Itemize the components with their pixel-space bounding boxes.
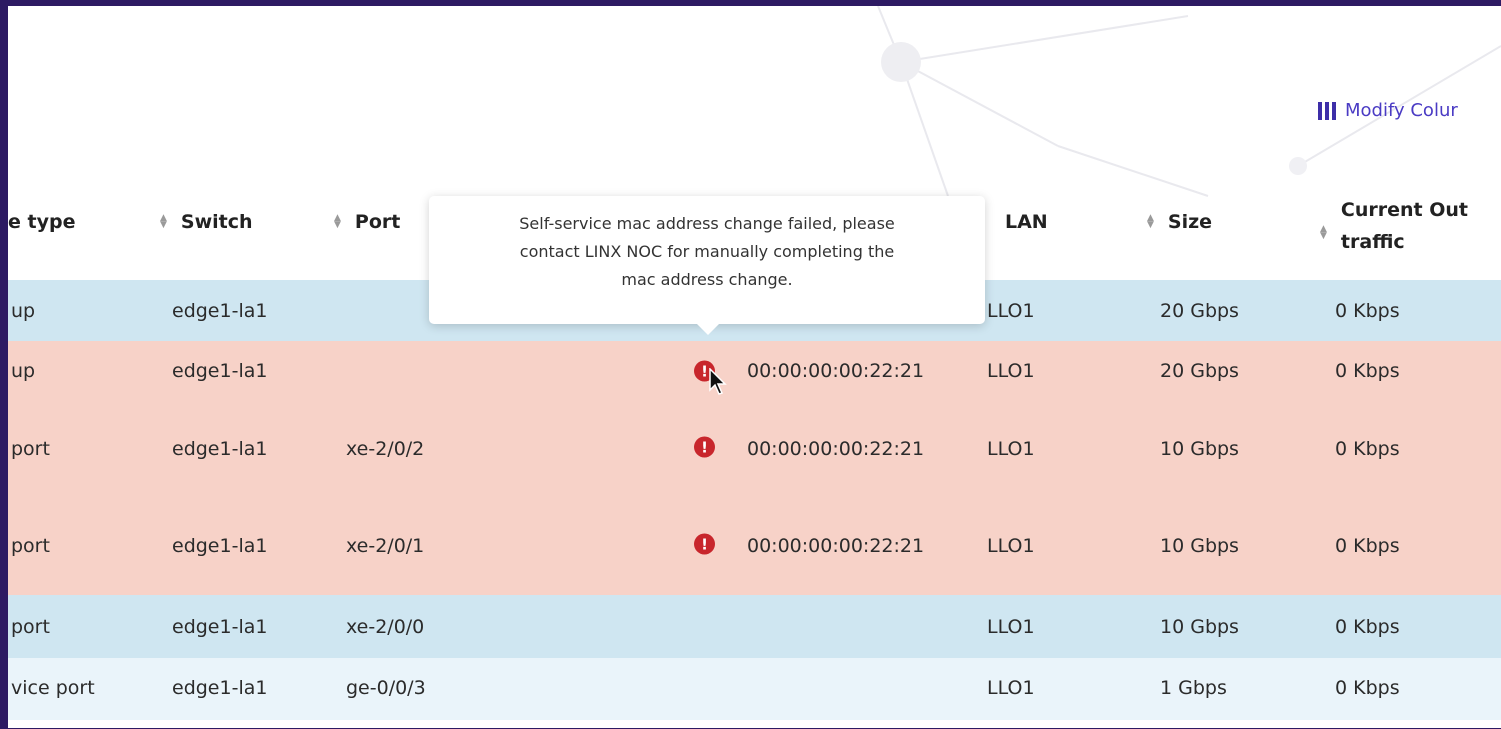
column-header-port-label: Port xyxy=(354,211,401,233)
cell-size: 20 Gbps xyxy=(1160,360,1239,382)
column-header-size[interactable]: ▲ ▼ Size xyxy=(1147,211,1212,233)
cell-port: xe-2/0/2 xyxy=(346,438,425,460)
table-row[interactable]: up edge1-la1 ! 00:00:00:00:22:21 LLO1 20… xyxy=(8,341,1501,401)
cell-traffic: 0 Kbps xyxy=(1335,360,1400,382)
tooltip-line: mac address change. xyxy=(621,270,793,289)
column-header-switch-label: Switch xyxy=(180,211,253,233)
column-header-traffic-line2: traffic xyxy=(1340,231,1405,253)
tooltip-line: contact LINX NOC for manually completing… xyxy=(519,242,895,261)
cell-lan: LLO1 xyxy=(987,300,1035,322)
cell-type: port xyxy=(11,438,50,460)
cell-size: 20 Gbps xyxy=(1160,300,1239,322)
tooltip-line: Self-service mac address change failed, … xyxy=(519,214,895,233)
cell-type: vice port xyxy=(11,677,95,699)
cell-port: xe-2/0/0 xyxy=(346,616,425,638)
cell-port: ge-0/0/3 xyxy=(346,677,426,699)
cell-switch: edge1-la1 xyxy=(172,535,268,557)
cell-traffic: 0 Kbps xyxy=(1335,535,1400,557)
cell-traffic: 0 Kbps xyxy=(1335,300,1400,322)
cell-size: 1 Gbps xyxy=(1160,677,1227,699)
sort-icon[interactable]: ▲ ▼ xyxy=(1147,214,1154,230)
cell-size: 10 Gbps xyxy=(1160,616,1239,638)
cell-type: up xyxy=(11,300,36,322)
column-header-size-label: Size xyxy=(1167,211,1213,233)
column-header-port[interactable]: ▲ ▼ Port xyxy=(334,211,400,233)
cell-lan: LLO1 xyxy=(987,438,1035,460)
modify-columns-label: Modify Colur xyxy=(1345,100,1458,121)
column-header-type-label: e type xyxy=(8,211,76,233)
tooltip-arrow xyxy=(696,323,720,335)
sort-icon[interactable]: ▲ ▼ xyxy=(334,214,341,230)
cell-switch: edge1-la1 xyxy=(172,300,268,322)
cell-lan: LLO1 xyxy=(987,360,1035,382)
table-row[interactable]: vice port edge1-la1 ge-0/0/3 LLO1 1 Gbps… xyxy=(8,658,1501,720)
cell-lan: LLO1 xyxy=(987,535,1035,557)
table-row[interactable]: port edge1-la1 xe-2/0/2 ! 00:00:00:00:22… xyxy=(8,401,1501,499)
sort-icon[interactable]: ▲ ▼ xyxy=(160,214,167,230)
cell-mac: 00:00:00:00:22:21 xyxy=(747,438,925,460)
modify-columns-button[interactable]: Modify Colur xyxy=(1318,100,1458,121)
cell-type: port xyxy=(11,616,50,638)
column-header-lan-label: LAN xyxy=(1005,211,1048,233)
cell-switch: edge1-la1 xyxy=(172,677,268,699)
table-row[interactable]: port edge1-la1 xe-2/0/0 LLO1 10 Gbps 0 K… xyxy=(8,595,1501,658)
cell-port: xe-2/0/1 xyxy=(346,535,425,557)
column-header-traffic-line1: Current Out xyxy=(1340,199,1469,221)
cell-switch: edge1-la1 xyxy=(172,360,268,382)
column-header-type[interactable]: e type xyxy=(8,211,75,233)
cell-lan: LLO1 xyxy=(987,616,1035,638)
column-header-lan[interactable]: LAN xyxy=(1005,211,1048,233)
cell-traffic: 0 Kbps xyxy=(1335,677,1400,699)
column-header-switch[interactable]: ▲ ▼ Switch xyxy=(160,211,253,233)
exclamation-circle-icon[interactable]: ! xyxy=(694,436,715,458)
cell-type: up xyxy=(11,360,36,382)
exclamation-circle-icon[interactable]: ! xyxy=(694,533,715,555)
cell-size: 10 Gbps xyxy=(1160,438,1239,460)
sort-icon[interactable]: ▲ ▼ xyxy=(1320,225,1327,241)
cell-switch: edge1-la1 xyxy=(172,438,268,460)
cell-lan: LLO1 xyxy=(987,677,1035,699)
column-header-traffic-label: Current Out traffic xyxy=(1341,194,1468,258)
column-header-traffic[interactable]: ▲ ▼ Current Out traffic xyxy=(1320,194,1468,258)
cell-traffic: 0 Kbps xyxy=(1335,438,1400,460)
cell-mac: 00:00:00:00:22:21 xyxy=(747,535,925,557)
error-tooltip: Self-service mac address change failed, … xyxy=(429,196,985,335)
cell-switch: edge1-la1 xyxy=(172,616,268,638)
cell-mac: 00:00:00:00:22:21 xyxy=(747,360,925,382)
table-row[interactable]: port edge1-la1 xe-2/0/1 ! 00:00:00:00:22… xyxy=(8,499,1501,595)
columns-icon xyxy=(1318,101,1336,120)
cell-size: 10 Gbps xyxy=(1160,535,1239,557)
cell-type: port xyxy=(11,535,50,557)
mouse-cursor-icon xyxy=(709,368,727,395)
app-frame: Modify Colur e type ▲ ▼ Switch ▲ ▼ Port LA… xyxy=(8,6,1501,728)
cell-traffic: 0 Kbps xyxy=(1335,616,1400,638)
